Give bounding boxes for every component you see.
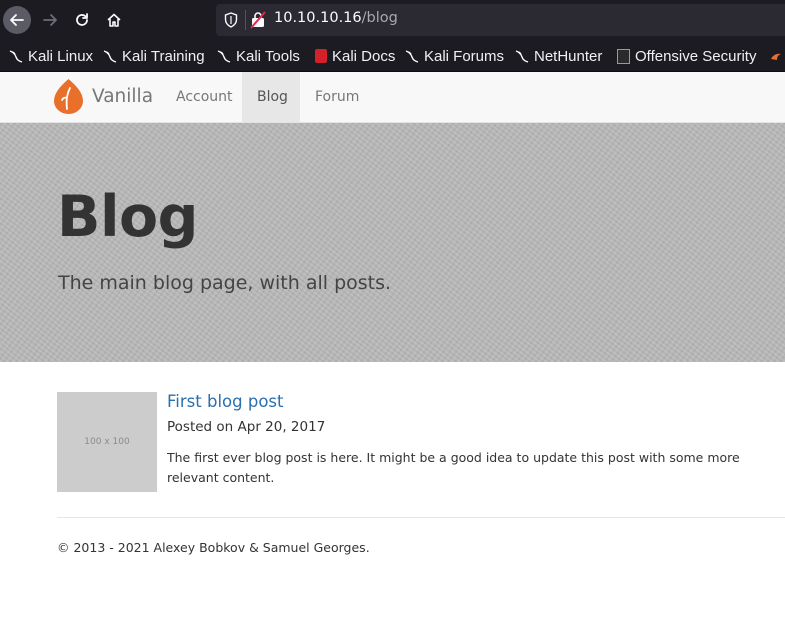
kali-dragon-icon bbox=[9, 50, 23, 63]
bookmark-kali-docs[interactable]: Kali Docs bbox=[315, 47, 395, 65]
post-date: Posted on Apr 20, 2017 bbox=[167, 419, 326, 435]
offsec-icon bbox=[617, 48, 630, 64]
bookmark-label: Kali Linux bbox=[28, 47, 94, 65]
page-subtitle: The main blog page, with all posts. bbox=[58, 272, 392, 294]
bookmark-label: Kali Forums bbox=[424, 47, 505, 65]
browser-toolbar: 10.10.10.16/blog bbox=[0, 0, 785, 40]
reload-button[interactable] bbox=[68, 6, 96, 34]
nav-blog[interactable]: Blog bbox=[242, 72, 300, 122]
bookmark-offensive-security[interactable]: Offensive Security bbox=[617, 47, 756, 65]
footer-divider bbox=[57, 517, 785, 518]
bookmark-kali-tools[interactable]: Kali Tools bbox=[217, 47, 300, 65]
kali-dragon-icon bbox=[405, 50, 419, 63]
post-title-link[interactable]: First blog post bbox=[167, 392, 283, 411]
kali-dragon-icon bbox=[103, 50, 117, 63]
post-excerpt: The first ever blog post is here. It mig… bbox=[167, 450, 740, 485]
bookmark-kali-forums[interactable]: Kali Forums bbox=[405, 47, 504, 65]
bookmark-kali-linux[interactable]: Kali Linux bbox=[9, 47, 93, 65]
reload-icon bbox=[76, 13, 88, 26]
kali-dragon-icon bbox=[515, 50, 529, 63]
site-navbar: Vanilla Account Blog Forum bbox=[0, 72, 785, 123]
bookmark-label: Kali Docs bbox=[332, 47, 396, 65]
brand-link[interactable]: Vanilla bbox=[53, 78, 153, 115]
arrow-right-icon bbox=[43, 14, 57, 26]
home-button[interactable] bbox=[100, 6, 128, 34]
bookmark-label: NetHunter bbox=[534, 47, 603, 65]
post-thumbnail[interactable]: 100 x 100 bbox=[57, 392, 157, 492]
bookmarks-toolbar: Kali Linux Kali Training Kali Tools Kali… bbox=[0, 40, 785, 72]
vanilla-leaf-logo-icon bbox=[54, 79, 83, 114]
kali-docs-icon bbox=[315, 49, 327, 63]
hero-banner: Blog The main blog page, with all posts. bbox=[0, 123, 785, 362]
forward-button[interactable] bbox=[36, 6, 64, 34]
kali-dragon-icon bbox=[217, 50, 231, 63]
tracking-shield-icon[interactable] bbox=[224, 12, 238, 28]
url-path: /blog bbox=[361, 10, 398, 26]
bookmark-kali-training[interactable]: Kali Training bbox=[103, 47, 205, 65]
url-host: 10.10.10.16 bbox=[274, 10, 362, 26]
address-bar[interactable]: 10.10.10.16/blog bbox=[216, 4, 785, 36]
nav-forum[interactable]: Forum bbox=[300, 72, 374, 122]
url-separator bbox=[245, 10, 246, 30]
bookmark-label: Offensive Security bbox=[635, 47, 757, 65]
back-button[interactable] bbox=[3, 6, 31, 34]
page-title: Blog bbox=[57, 184, 198, 250]
thumbnail-placeholder-label: 100 x 100 bbox=[84, 437, 130, 447]
nav-account[interactable]: Account bbox=[161, 72, 248, 122]
brand-name: Vanilla bbox=[92, 86, 154, 107]
arrow-left-icon bbox=[10, 14, 24, 26]
bookmark-overflow[interactable] bbox=[769, 47, 785, 65]
insecure-lock-icon[interactable] bbox=[250, 11, 266, 29]
url-text[interactable]: 10.10.10.16/blog bbox=[274, 10, 398, 26]
bookmark-label: Kali Tools bbox=[236, 47, 300, 65]
bookmark-nethunter[interactable]: NetHunter bbox=[515, 47, 602, 65]
flame-icon bbox=[771, 53, 781, 60]
bookmark-label: Kali Training bbox=[122, 47, 205, 65]
footer-copyright: © 2013 - 2021 Alexey Bobkov & Samuel Geo… bbox=[57, 540, 370, 555]
home-icon bbox=[107, 13, 121, 27]
